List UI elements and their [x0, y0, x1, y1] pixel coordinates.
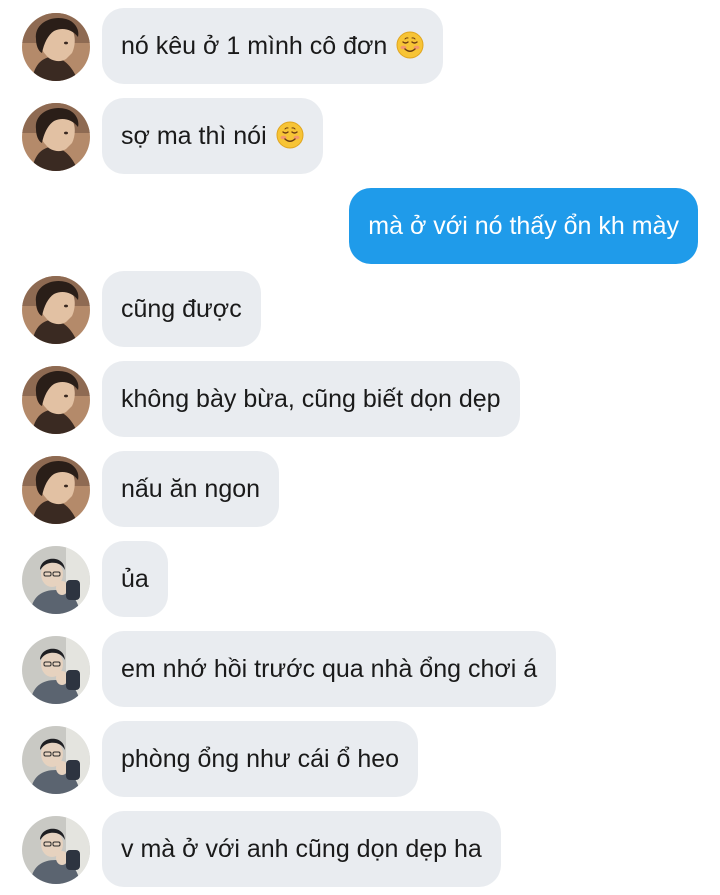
avatar[interactable]: [22, 456, 90, 524]
message-text: sợ ma thì nói: [121, 122, 267, 150]
message-row: phòng ổng như cái ổ heo: [0, 721, 720, 797]
avatar[interactable]: [22, 13, 90, 81]
chat-thread: nó kêu ở 1 mình cô đơn sợ ma thì nói mà …: [0, 0, 720, 895]
message-bubble-incoming[interactable]: không bày bừa, cũng biết dọn dẹp: [102, 361, 520, 437]
message-row: cũng được: [0, 271, 720, 347]
message-bubble-outgoing[interactable]: mà ở với nó thấy ổn kh mày: [349, 188, 698, 264]
message-text: v mà ở với anh cũng dọn dẹp ha: [121, 835, 482, 863]
avatar[interactable]: [22, 546, 90, 614]
smiling-face-icon: [396, 31, 424, 59]
message-text: không bày bừa, cũng biết dọn dẹp: [121, 385, 501, 413]
avatar[interactable]: [22, 636, 90, 704]
message-bubble-incoming[interactable]: phòng ổng như cái ổ heo: [102, 721, 419, 797]
message-text: em nhớ hồi trước qua nhà ổng chơi á: [121, 655, 538, 683]
message-text: phòng ổng như cái ổ heo: [121, 745, 400, 773]
message-bubble-incoming[interactable]: sợ ma thì nói: [102, 98, 323, 174]
message-text: nấu ăn ngon: [121, 475, 261, 503]
message-row: nó kêu ở 1 mình cô đơn: [0, 8, 720, 84]
message-bubble-incoming[interactable]: cũng được: [102, 271, 261, 347]
message-row: em nhớ hồi trước qua nhà ổng chơi á: [0, 631, 720, 707]
message-text: nó kêu ở 1 mình cô đơn: [121, 32, 388, 60]
avatar[interactable]: [22, 366, 90, 434]
message-row: v mà ở với anh cũng dọn dẹp ha: [0, 811, 720, 887]
avatar[interactable]: [22, 816, 90, 884]
message-bubble-incoming[interactable]: nó kêu ở 1 mình cô đơn: [102, 8, 444, 84]
message-text: mà ở với nó thấy ổn kh mày: [368, 212, 679, 240]
smiling-face-icon: [276, 121, 304, 149]
avatar[interactable]: [22, 103, 90, 171]
message-bubble-incoming[interactable]: ủa: [102, 541, 168, 617]
message-row: ủa: [0, 541, 720, 617]
message-row: sợ ma thì nói: [0, 98, 720, 174]
message-row: mà ở với nó thấy ổn kh mày: [0, 188, 720, 264]
message-bubble-incoming[interactable]: nấu ăn ngon: [102, 451, 280, 527]
message-row: không bày bừa, cũng biết dọn dẹp: [0, 361, 720, 437]
message-row: nấu ăn ngon: [0, 451, 720, 527]
avatar[interactable]: [22, 726, 90, 794]
avatar[interactable]: [22, 276, 90, 344]
message-bubble-incoming[interactable]: v mà ở với anh cũng dọn dẹp ha: [102, 811, 501, 887]
message-bubble-incoming[interactable]: em nhớ hồi trước qua nhà ổng chơi á: [102, 631, 557, 707]
message-text: cũng được: [121, 295, 242, 323]
message-text: ủa: [121, 565, 149, 593]
